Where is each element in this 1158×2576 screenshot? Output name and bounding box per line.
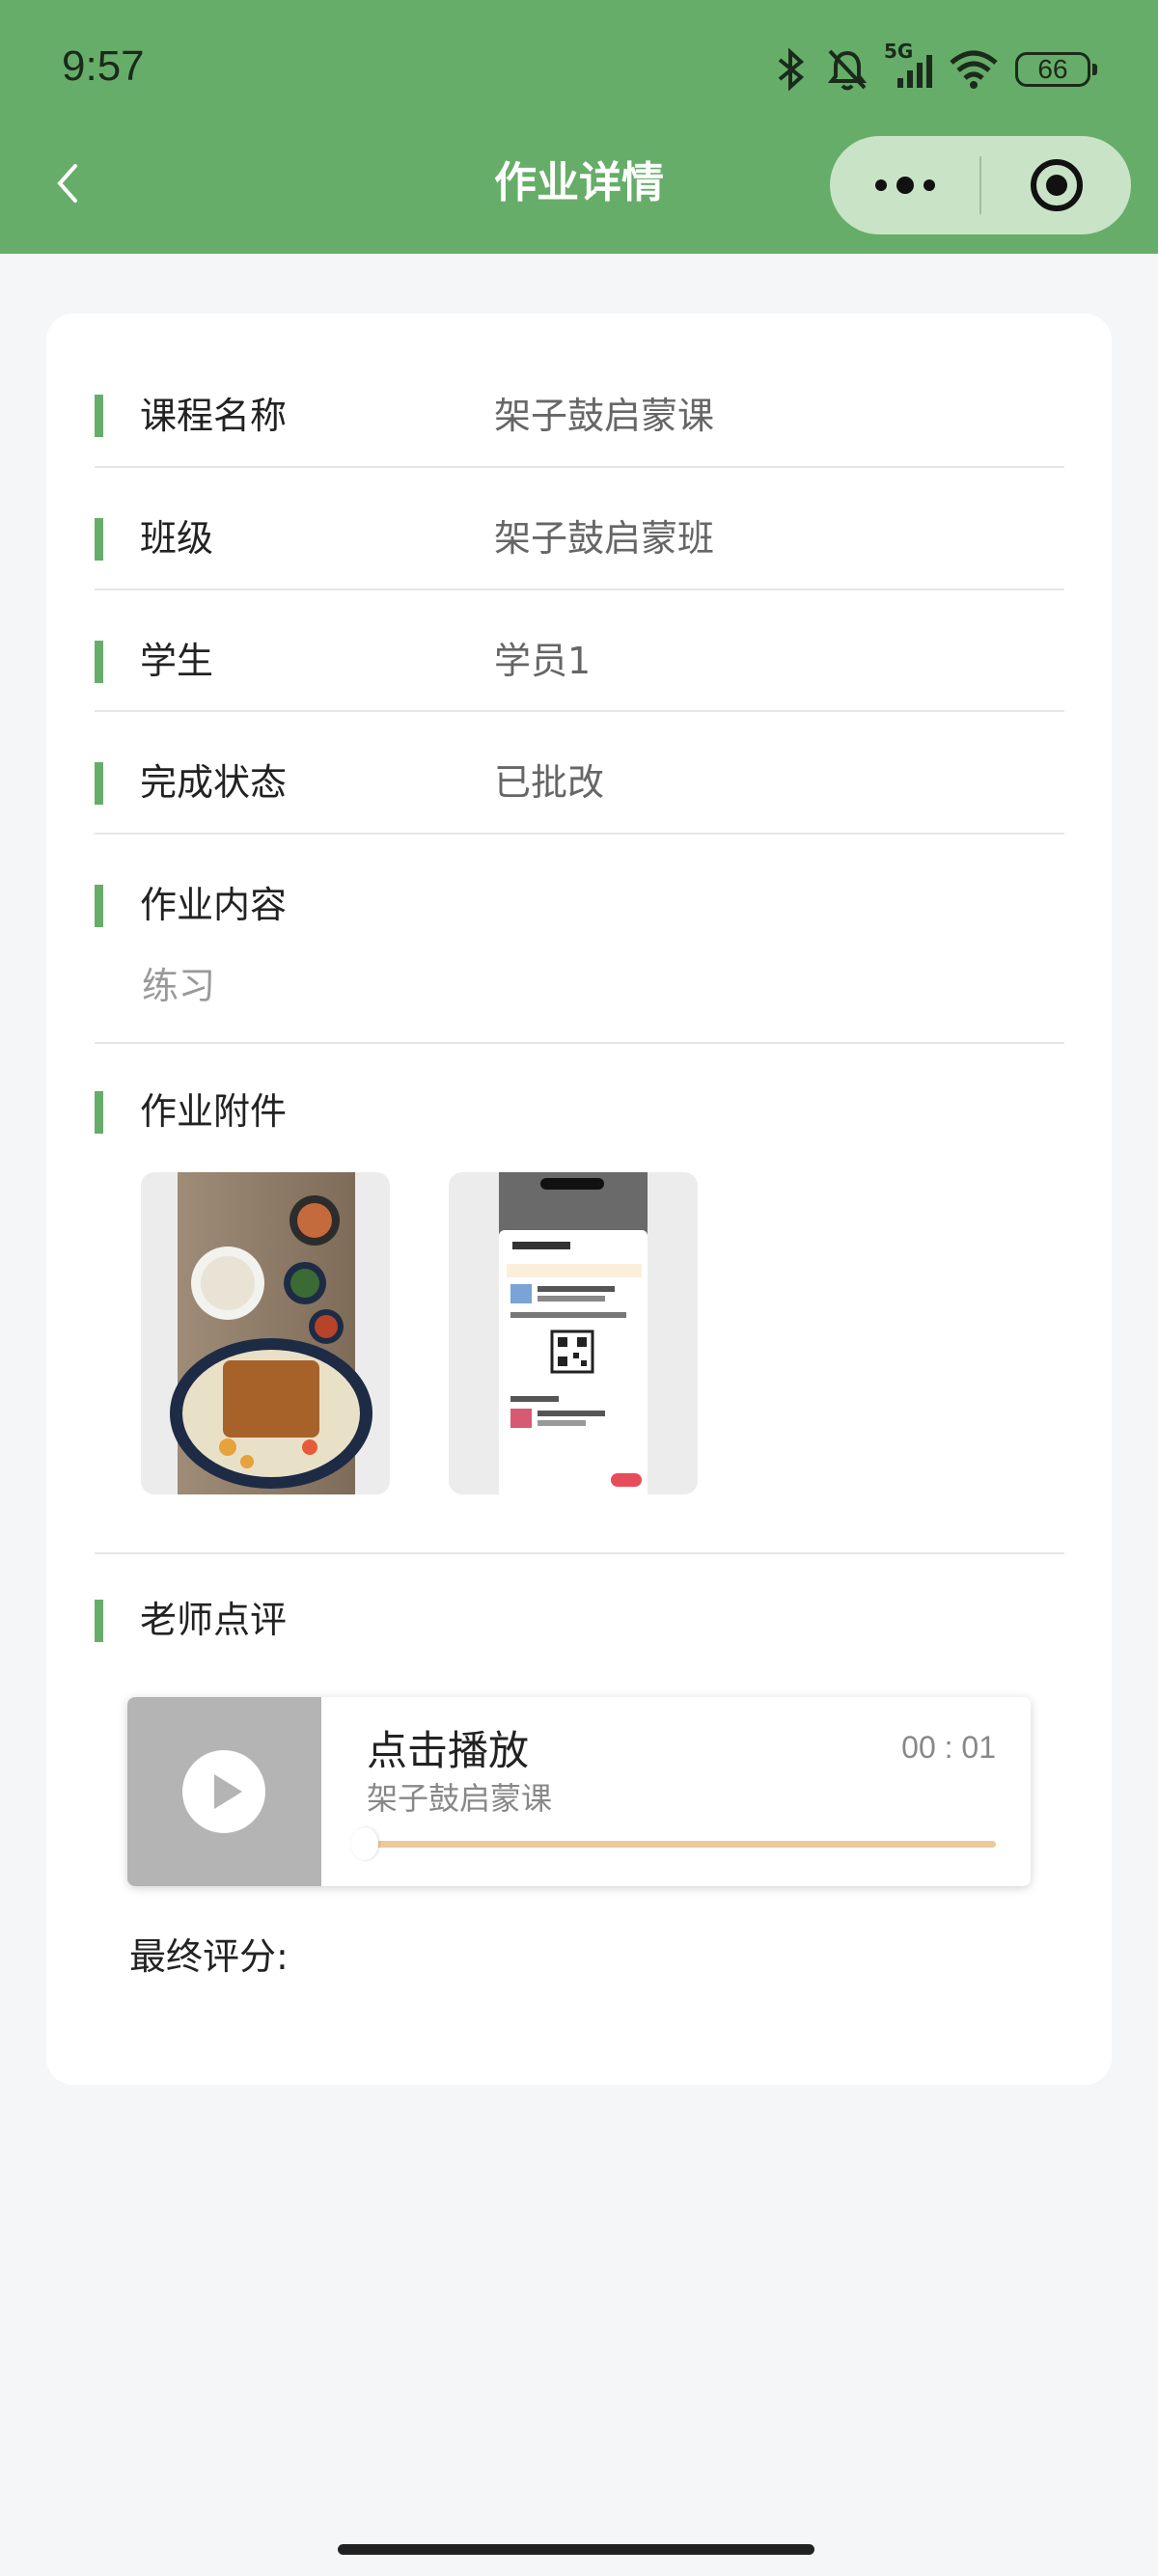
row-marker [95, 885, 103, 927]
homework-detail-card: 课程名称 架子鼓启蒙课 班级 架子鼓启蒙班 学生 学员1 完成状态 已批改 作业… [46, 314, 1112, 2085]
detail-row-course: 课程名称 架子鼓启蒙课 [95, 371, 1064, 468]
home-indicator [338, 2544, 814, 2555]
row-label: 学生 [140, 640, 214, 682]
attachment-screenshot[interactable] [449, 1172, 698, 1494]
audio-cover [127, 1697, 321, 1886]
signal-icon: 5G [884, 40, 932, 92]
close-miniprogram-button[interactable] [981, 136, 1131, 234]
row-value: 已批改 [494, 761, 605, 804]
row-marker [95, 762, 103, 805]
header-bar: 9:57 5G 66 作业详情 [0, 0, 1158, 254]
detail-row-class: 班级 架子鼓启蒙班 [95, 468, 1064, 590]
attachment-food-photo[interactable] [141, 1172, 390, 1494]
audio-progress-track[interactable] [367, 1841, 996, 1848]
audio-duration: 00 : 01 [901, 1730, 996, 1765]
row-marker [95, 1091, 103, 1134]
row-marker [95, 395, 103, 437]
section-label: 作业内容 [140, 884, 288, 926]
food-photo-image [170, 1172, 372, 1494]
status-icons: 5G 66 [772, 40, 1097, 96]
status-time: 9:57 [62, 42, 145, 90]
audio-subtitle: 架子鼓启蒙课 [367, 1780, 553, 1817]
mini-program-capsule [830, 136, 1131, 234]
row-marker [95, 1600, 103, 1642]
audio-player: 点击播放 架子鼓启蒙课 00 : 01 [127, 1697, 1031, 1886]
row-marker [95, 518, 103, 561]
detail-row-student: 学生 学员1 [95, 590, 1064, 712]
network-label: 5G [884, 40, 914, 63]
content-text: 练习 [142, 965, 216, 1007]
section-label: 作业附件 [140, 1090, 288, 1133]
detail-section-content: 作业内容 练习 [95, 835, 1064, 1044]
bell-off-icon [826, 47, 868, 92]
phone-screenshot-image [499, 1172, 648, 1494]
audio-progress-handle[interactable] [351, 1827, 378, 1860]
row-value: 架子鼓启蒙课 [494, 395, 715, 437]
battery-icon: 66 [1015, 52, 1097, 87]
detail-row-status: 完成状态 已批改 [95, 712, 1064, 835]
more-dots-icon [874, 177, 935, 194]
play-icon [214, 1774, 242, 1809]
more-button[interactable] [830, 136, 979, 234]
bluetooth-icon [772, 47, 811, 92]
audio-title[interactable]: 点击播放 [367, 1718, 529, 1777]
row-marker [95, 641, 103, 683]
row-label: 课程名称 [140, 395, 288, 437]
section-label: 老师点评 [140, 1599, 288, 1641]
battery-level: 66 [1037, 54, 1068, 84]
final-score-label: 最终评分: [129, 1935, 289, 1978]
row-value: 学员1 [494, 640, 592, 682]
play-button[interactable] [182, 1750, 265, 1833]
row-value: 架子鼓启蒙班 [494, 517, 715, 560]
detail-section-attachments: 作业附件 [95, 1044, 1064, 1554]
target-icon [1030, 159, 1083, 211]
row-label: 完成状态 [140, 761, 288, 804]
wifi-icon [948, 47, 1000, 92]
row-label: 班级 [140, 517, 214, 560]
